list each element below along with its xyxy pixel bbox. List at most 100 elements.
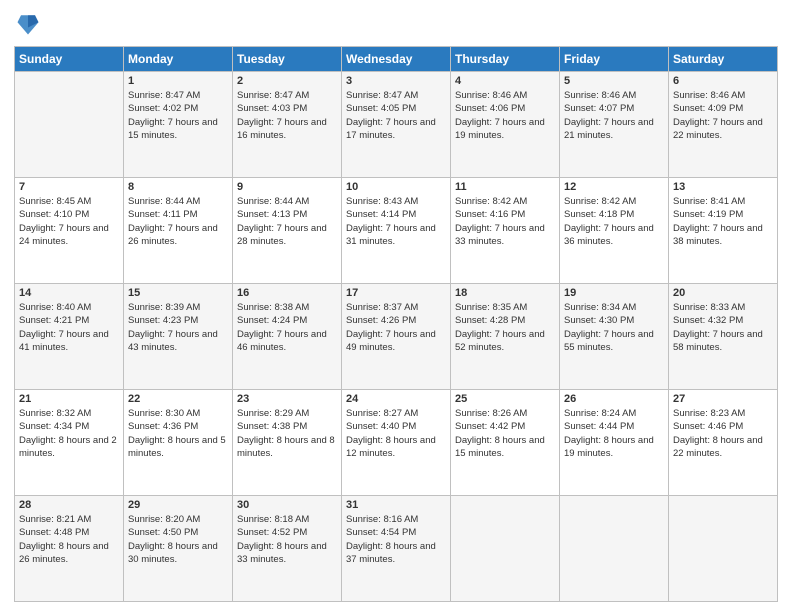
daylight-hours: Daylight: 7 hours and 24 minutes. (19, 222, 119, 249)
day-number: 25 (455, 393, 555, 405)
daylight-hours: Daylight: 7 hours and 58 minutes. (673, 328, 773, 355)
sunrise-time: Sunrise: 8:29 AM (237, 407, 337, 420)
column-header-monday: Monday (124, 47, 233, 72)
page-container: SundayMondayTuesdayWednesdayThursdayFrid… (0, 0, 792, 612)
daylight-hours: Daylight: 8 hours and 33 minutes. (237, 540, 337, 567)
column-header-wednesday: Wednesday (342, 47, 451, 72)
day-info: Sunrise: 8:23 AMSunset: 4:46 PMDaylight:… (673, 407, 773, 460)
day-number: 7 (19, 181, 119, 193)
sunrise-time: Sunrise: 8:47 AM (346, 89, 446, 102)
daylight-hours: Daylight: 8 hours and 37 minutes. (346, 540, 446, 567)
day-info: Sunrise: 8:40 AMSunset: 4:21 PMDaylight:… (19, 301, 119, 354)
week-row-2: 7Sunrise: 8:45 AMSunset: 4:10 PMDaylight… (15, 178, 778, 284)
day-cell: 30Sunrise: 8:18 AMSunset: 4:52 PMDayligh… (233, 496, 342, 602)
sunset-time: Sunset: 4:23 PM (128, 314, 228, 327)
calendar-header: SundayMondayTuesdayWednesdayThursdayFrid… (15, 47, 778, 72)
daylight-hours: Daylight: 7 hours and 49 minutes. (346, 328, 446, 355)
daylight-hours: Daylight: 8 hours and 26 minutes. (19, 540, 119, 567)
daylight-hours: Daylight: 7 hours and 36 minutes. (564, 222, 664, 249)
sunset-time: Sunset: 4:50 PM (128, 526, 228, 539)
day-number: 2 (237, 75, 337, 87)
day-cell: 22Sunrise: 8:30 AMSunset: 4:36 PMDayligh… (124, 390, 233, 496)
sunrise-time: Sunrise: 8:47 AM (237, 89, 337, 102)
day-number: 1 (128, 75, 228, 87)
day-number: 27 (673, 393, 773, 405)
sunrise-time: Sunrise: 8:42 AM (455, 195, 555, 208)
sunrise-time: Sunrise: 8:47 AM (128, 89, 228, 102)
day-cell: 31Sunrise: 8:16 AMSunset: 4:54 PMDayligh… (342, 496, 451, 602)
day-cell: 18Sunrise: 8:35 AMSunset: 4:28 PMDayligh… (451, 284, 560, 390)
day-cell: 11Sunrise: 8:42 AMSunset: 4:16 PMDayligh… (451, 178, 560, 284)
day-info: Sunrise: 8:43 AMSunset: 4:14 PMDaylight:… (346, 195, 446, 248)
sunset-time: Sunset: 4:18 PM (564, 208, 664, 221)
day-cell: 12 Sunrise: 8:42 AMSunset: 4:18 PMDayligh… (560, 178, 669, 284)
sunset-time: Sunset: 4:46 PM (673, 420, 773, 433)
sunset-time: Sunset: 4:40 PM (346, 420, 446, 433)
week-row-3: 14Sunrise: 8:40 AMSunset: 4:21 PMDayligh… (15, 284, 778, 390)
sunset-time: Sunset: 4:10 PM (19, 208, 119, 221)
sunset-time: Sunset: 4:05 PM (346, 102, 446, 115)
sunset-time: Sunset: 4:42 PM (455, 420, 555, 433)
daylight-hours: Daylight: 7 hours and 46 minutes. (237, 328, 337, 355)
sunset-time: Sunset: 4:16 PM (455, 208, 555, 221)
daylight-hours: Daylight: 8 hours and 30 minutes. (128, 540, 228, 567)
sunrise-time: Sunrise: 8:46 AM (564, 89, 664, 102)
day-info: Sunrise: 8:47 AMSunset: 4:03 PMDaylight:… (237, 89, 337, 142)
column-header-tuesday: Tuesday (233, 47, 342, 72)
sunrise-time: Sunrise: 8:39 AM (128, 301, 228, 314)
sunset-time: Sunset: 4:52 PM (237, 526, 337, 539)
sunrise-time: Sunrise: 8:45 AM (19, 195, 119, 208)
sunrise-time: Sunrise: 8:40 AM (19, 301, 119, 314)
daylight-hours: Daylight: 8 hours and 15 minutes. (455, 434, 555, 461)
day-number: 23 (237, 393, 337, 405)
daylight-hours: Daylight: 7 hours and 52 minutes. (455, 328, 555, 355)
day-info: Sunrise: 8:46 AMSunset: 4:09 PMDaylight:… (673, 89, 773, 142)
daylight-hours: Daylight: 7 hours and 22 minutes. (673, 116, 773, 143)
day-info: Sunrise: 8:44 AMSunset: 4:11 PMDaylight:… (128, 195, 228, 248)
day-info: Sunrise: 8:39 AMSunset: 4:23 PMDaylight:… (128, 301, 228, 354)
daylight-hours: Daylight: 7 hours and 21 minutes. (564, 116, 664, 143)
week-row-5: 28Sunrise: 8:21 AMSunset: 4:48 PMDayligh… (15, 496, 778, 602)
sunrise-time: Sunrise: 8:42 AM (564, 195, 664, 208)
day-number: 22 (128, 393, 228, 405)
sunset-time: Sunset: 4:07 PM (564, 102, 664, 115)
day-number: 15 (128, 287, 228, 299)
day-cell: 5Sunrise: 8:46 AMSunset: 4:07 PMDaylight… (560, 72, 669, 178)
calendar-body: 1Sunrise: 8:47 AMSunset: 4:02 PMDaylight… (15, 72, 778, 602)
day-cell: 13Sunrise: 8:41 AMSunset: 4:19 PMDayligh… (669, 178, 778, 284)
column-header-friday: Friday (560, 47, 669, 72)
daylight-hours: Daylight: 7 hours and 31 minutes. (346, 222, 446, 249)
day-cell (669, 496, 778, 602)
day-number: 14 (19, 287, 119, 299)
day-number: 18 (455, 287, 555, 299)
daylight-hours: Daylight: 7 hours and 15 minutes. (128, 116, 228, 143)
day-cell: 25Sunrise: 8:26 AMSunset: 4:42 PMDayligh… (451, 390, 560, 496)
day-number: 29 (128, 499, 228, 511)
header (14, 10, 778, 38)
day-cell: 29Sunrise: 8:20 AMSunset: 4:50 PMDayligh… (124, 496, 233, 602)
sunrise-time: Sunrise: 8:38 AM (237, 301, 337, 314)
sunrise-time: Sunrise: 8:33 AM (673, 301, 773, 314)
sunset-time: Sunset: 4:28 PM (455, 314, 555, 327)
day-info: Sunrise: 8:38 AMSunset: 4:24 PMDaylight:… (237, 301, 337, 354)
day-cell: 20Sunrise: 8:33 AMSunset: 4:32 PMDayligh… (669, 284, 778, 390)
daylight-hours: Daylight: 7 hours and 33 minutes. (455, 222, 555, 249)
day-cell (560, 496, 669, 602)
sunset-time: Sunset: 4:11 PM (128, 208, 228, 221)
sunset-time: Sunset: 4:48 PM (19, 526, 119, 539)
sunrise-time: Sunrise: 8:44 AM (237, 195, 337, 208)
day-number: 12 (564, 181, 664, 193)
daylight-hours: Daylight: 7 hours and 28 minutes. (237, 222, 337, 249)
logo (14, 10, 46, 38)
day-number: 26 (564, 393, 664, 405)
daylight-hours: Daylight: 8 hours and 19 minutes. (564, 434, 664, 461)
sunset-time: Sunset: 4:02 PM (128, 102, 228, 115)
header-row: SundayMondayTuesdayWednesdayThursdayFrid… (15, 47, 778, 72)
week-row-1: 1Sunrise: 8:47 AMSunset: 4:02 PMDaylight… (15, 72, 778, 178)
daylight-hours: Daylight: 7 hours and 41 minutes. (19, 328, 119, 355)
day-info: Sunrise: 8:47 AMSunset: 4:05 PMDaylight:… (346, 89, 446, 142)
day-number: 17 (346, 287, 446, 299)
sunrise-time: Sunrise: 8:34 AM (564, 301, 664, 314)
sunset-time: Sunset: 4:21 PM (19, 314, 119, 327)
sunrise-time: Sunrise: 8:46 AM (673, 89, 773, 102)
